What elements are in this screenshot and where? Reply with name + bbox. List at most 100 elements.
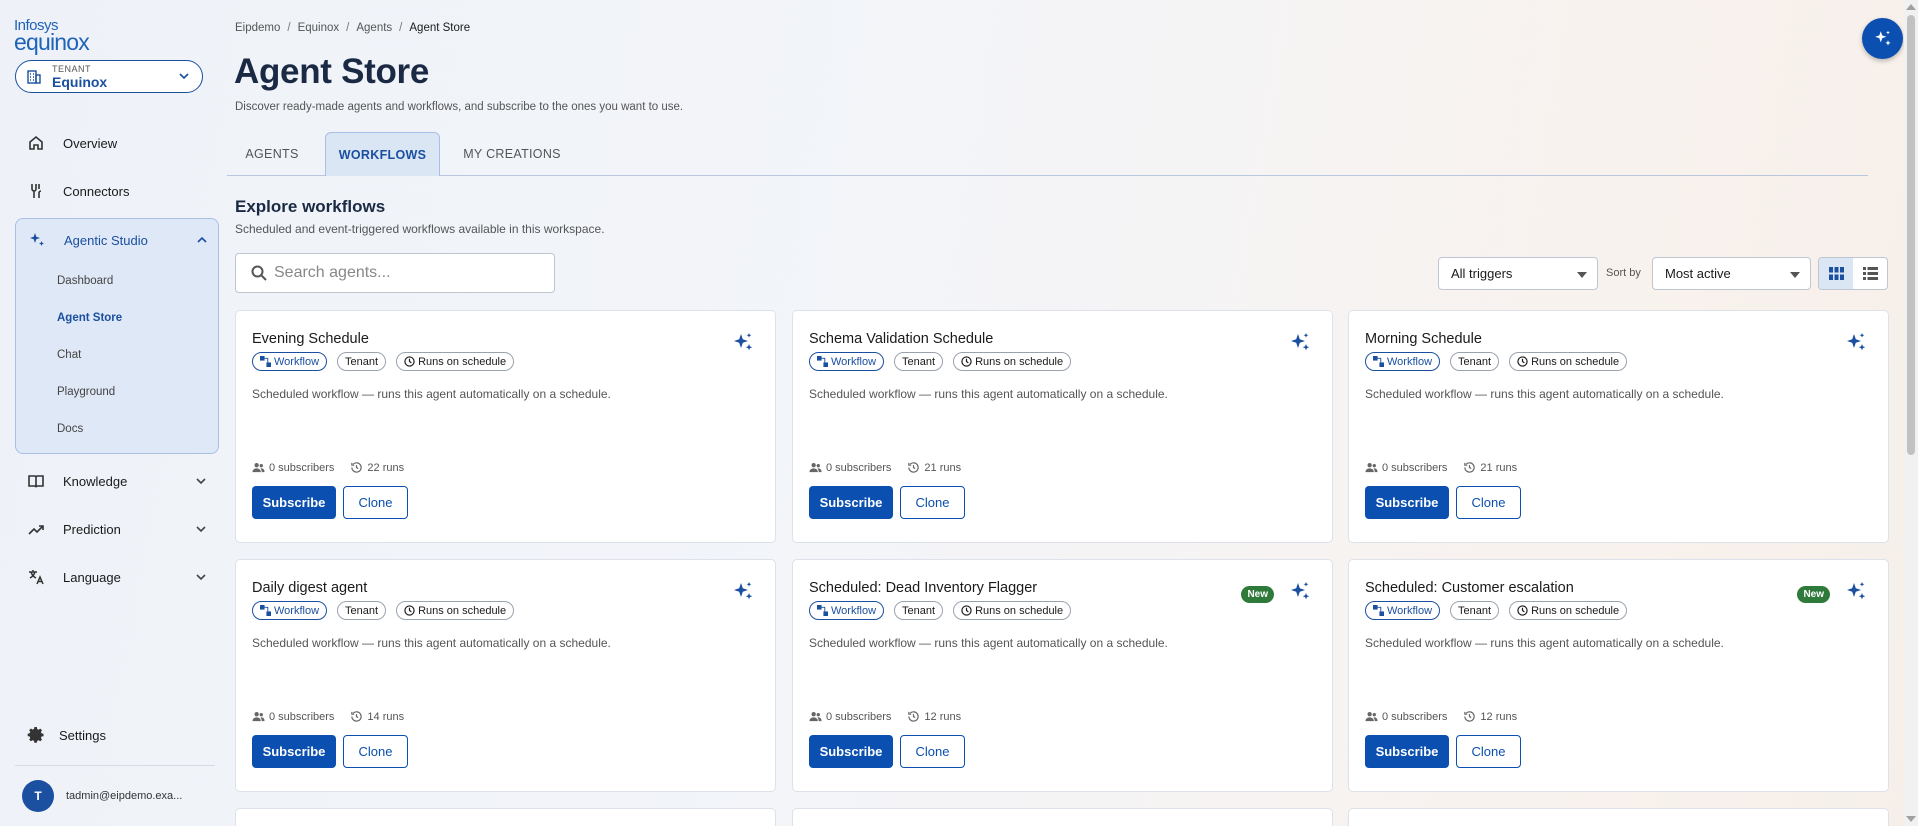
workflow-card[interactable]: Evening Schedule Workflow Tenant Runs on sc… — [235, 310, 776, 543]
subscribe-button[interactable]: Subscribe — [1365, 486, 1449, 519]
book-icon — [28, 475, 44, 488]
card-title: Evening Schedule — [252, 331, 369, 347]
workflow-chip-label: Workflow — [1387, 604, 1433, 617]
sparkle-icon — [731, 580, 755, 604]
workflow-icon — [817, 356, 828, 367]
trigger-filter-select[interactable]: All triggers — [1438, 257, 1598, 290]
workflow-icon — [1373, 356, 1384, 367]
clone-button[interactable]: Clone — [900, 735, 965, 768]
tenant-chip-label: Tenant — [1458, 604, 1492, 617]
tenant-value: Equinox — [52, 73, 108, 90]
workflow-chip-label: Workflow — [831, 355, 877, 368]
list-view-button[interactable] — [1853, 258, 1887, 289]
subscribe-button[interactable]: Subscribe — [1365, 735, 1449, 768]
clock-icon — [961, 605, 972, 616]
workflow-card[interactable]: Scheduled: Dead Inventory Flagger New Work… — [792, 559, 1333, 792]
breadcrumb-agents[interactable]: Agents — [356, 22, 392, 34]
users-icon — [252, 712, 265, 722]
sort-value: Most active — [1665, 266, 1731, 281]
connectors-icon — [31, 184, 42, 198]
subscribe-button[interactable]: Subscribe — [252, 486, 336, 519]
tenant-chip-label: Tenant — [1458, 355, 1492, 368]
clone-button[interactable]: Clone — [1456, 735, 1521, 768]
breadcrumb-equinox[interactable]: Equinox — [298, 22, 340, 34]
schedule-chip: Runs on schedule — [953, 352, 1072, 371]
history-icon — [908, 462, 920, 473]
workflow-card[interactable]: Daily digest agent Workflow Tenant Runs on … — [235, 559, 776, 792]
nav-docs[interactable]: Docs — [57, 423, 83, 435]
search-input[interactable] — [274, 264, 544, 282]
sparkle-icon — [1874, 30, 1891, 46]
nav-dashboard[interactable]: Dashboard — [57, 275, 113, 287]
agentic-studio-group: Agentic Studio Dashboard Agent Store Cha… — [15, 218, 219, 454]
workflow-chip-label: Workflow — [1387, 355, 1433, 368]
nav-agent-store[interactable]: Agent Store — [57, 312, 122, 324]
clone-button[interactable]: Clone — [1456, 486, 1521, 519]
workflow-card[interactable] — [792, 808, 1333, 826]
brand-logo[interactable]: Infosys equinox — [14, 18, 90, 54]
nav-playground[interactable]: Playground — [57, 386, 115, 398]
scroll-down-arrow[interactable] — [1906, 816, 1916, 822]
scroll-up-arrow[interactable] — [1906, 4, 1916, 10]
card-description: Scheduled workflow — runs this agent aut… — [252, 387, 611, 401]
subscriber-count: 0 subscribers — [1382, 461, 1448, 474]
workflow-card[interactable]: Scheduled: Customer escalation New Workflo… — [1348, 559, 1889, 792]
sort-select[interactable]: Most active — [1652, 257, 1811, 290]
nav-connectors[interactable]: Connectors — [15, 173, 219, 209]
nav-connectors-label: Connectors — [63, 183, 130, 199]
subscribe-button[interactable]: Subscribe — [809, 735, 893, 768]
nav-chat[interactable]: Chat — [57, 349, 81, 361]
history-icon — [908, 711, 920, 722]
nav-settings-label: Settings — [59, 727, 106, 743]
trend-icon — [28, 525, 44, 535]
subscribe-button[interactable]: Subscribe — [809, 486, 893, 519]
workflow-card[interactable] — [235, 808, 776, 826]
user-menu[interactable]: T tadmin@eipdemo.exa... — [22, 780, 182, 812]
nav-prediction-label: Prediction — [63, 521, 121, 537]
schedule-chip-label: Runs on schedule — [1531, 604, 1620, 617]
card-description: Scheduled workflow — runs this agent aut… — [809, 636, 1168, 650]
sparkle-icon — [1288, 580, 1312, 604]
view-toggle — [1818, 257, 1888, 290]
chevron-up-icon — [197, 236, 207, 243]
nav-settings[interactable]: Settings — [15, 726, 106, 744]
nav-prediction[interactable]: Prediction — [15, 511, 219, 547]
card-chips: Workflow Tenant Runs on schedule — [1365, 352, 1628, 371]
nav-overview[interactable]: Overview — [15, 125, 219, 161]
schedule-chip: Runs on schedule — [1509, 601, 1628, 620]
page-subtitle: Discover ready-made agents and workflows… — [235, 101, 684, 113]
schedule-chip-label: Runs on schedule — [975, 604, 1064, 617]
nav-language[interactable]: Language — [15, 559, 219, 595]
ai-assistant-button[interactable] — [1862, 18, 1903, 59]
workflow-chip: Workflow — [252, 352, 328, 371]
breadcrumb-eipdemo[interactable]: Eipdemo — [235, 22, 280, 34]
workflow-card[interactable]: Morning Schedule Workflow Tenant Runs on sc… — [1348, 310, 1889, 543]
nav-agentic-studio-label: Agentic Studio — [64, 232, 148, 248]
chevron-down-icon — [196, 478, 206, 485]
clock-icon — [1517, 605, 1528, 616]
clone-button[interactable]: Clone — [900, 486, 965, 519]
clone-button[interactable]: Clone — [343, 486, 408, 519]
nav-knowledge[interactable]: Knowledge — [15, 463, 219, 499]
workflow-card[interactable] — [1348, 808, 1889, 826]
clone-button[interactable]: Clone — [343, 735, 408, 768]
section-subtitle: Scheduled and event-triggered workflows … — [235, 222, 605, 236]
nav-agentic-studio[interactable]: Agentic Studio — [16, 219, 220, 261]
scroll-thumb[interactable] — [1907, 15, 1915, 455]
subscribe-button[interactable]: Subscribe — [252, 735, 336, 768]
schedule-chip: Runs on schedule — [396, 601, 515, 620]
run-count: 21 runs — [924, 461, 962, 474]
translate-icon — [29, 570, 44, 585]
tenant-chip: Tenant — [337, 352, 387, 371]
card-description: Scheduled workflow — runs this agent aut… — [809, 387, 1168, 401]
card-chips: Workflow Tenant Runs on schedule — [252, 601, 515, 620]
tab-my-creations[interactable]: MY CREATIONS — [448, 132, 576, 176]
tenant-selector[interactable]: TENANT Equinox — [15, 60, 203, 93]
workflow-card[interactable]: Schema Validation Schedule Workflow Tenant… — [792, 310, 1333, 543]
tab-agents[interactable]: AGENTS — [227, 132, 317, 176]
sidebar: Infosys equinox TENANT Equinox Overview … — [0, 0, 220, 826]
grid-view-button[interactable] — [1819, 258, 1853, 289]
nav-language-label: Language — [63, 569, 121, 585]
clock-icon — [961, 356, 972, 367]
tab-workflows[interactable]: WORKFLOWS — [325, 132, 440, 176]
